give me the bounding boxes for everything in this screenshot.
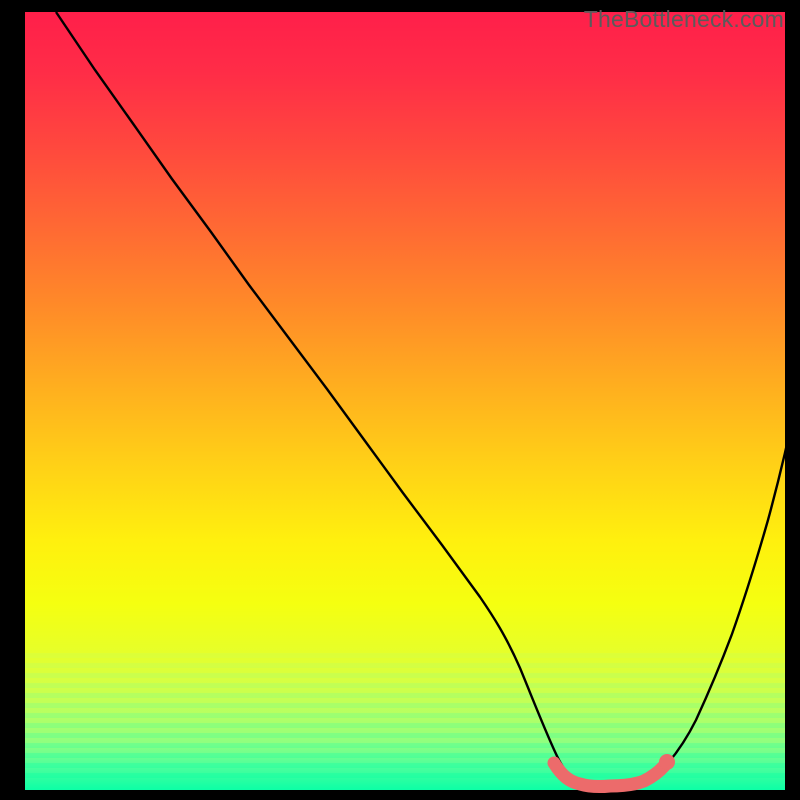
optimal-range-highlight (554, 763, 665, 787)
bottleneck-curve-line (56, 12, 797, 786)
watermark-text: TheBottleneck.com (584, 6, 784, 33)
optimal-point-dot (659, 754, 675, 770)
bottleneck-chart (0, 0, 800, 800)
chart-stage: TheBottleneck.com (0, 0, 800, 800)
